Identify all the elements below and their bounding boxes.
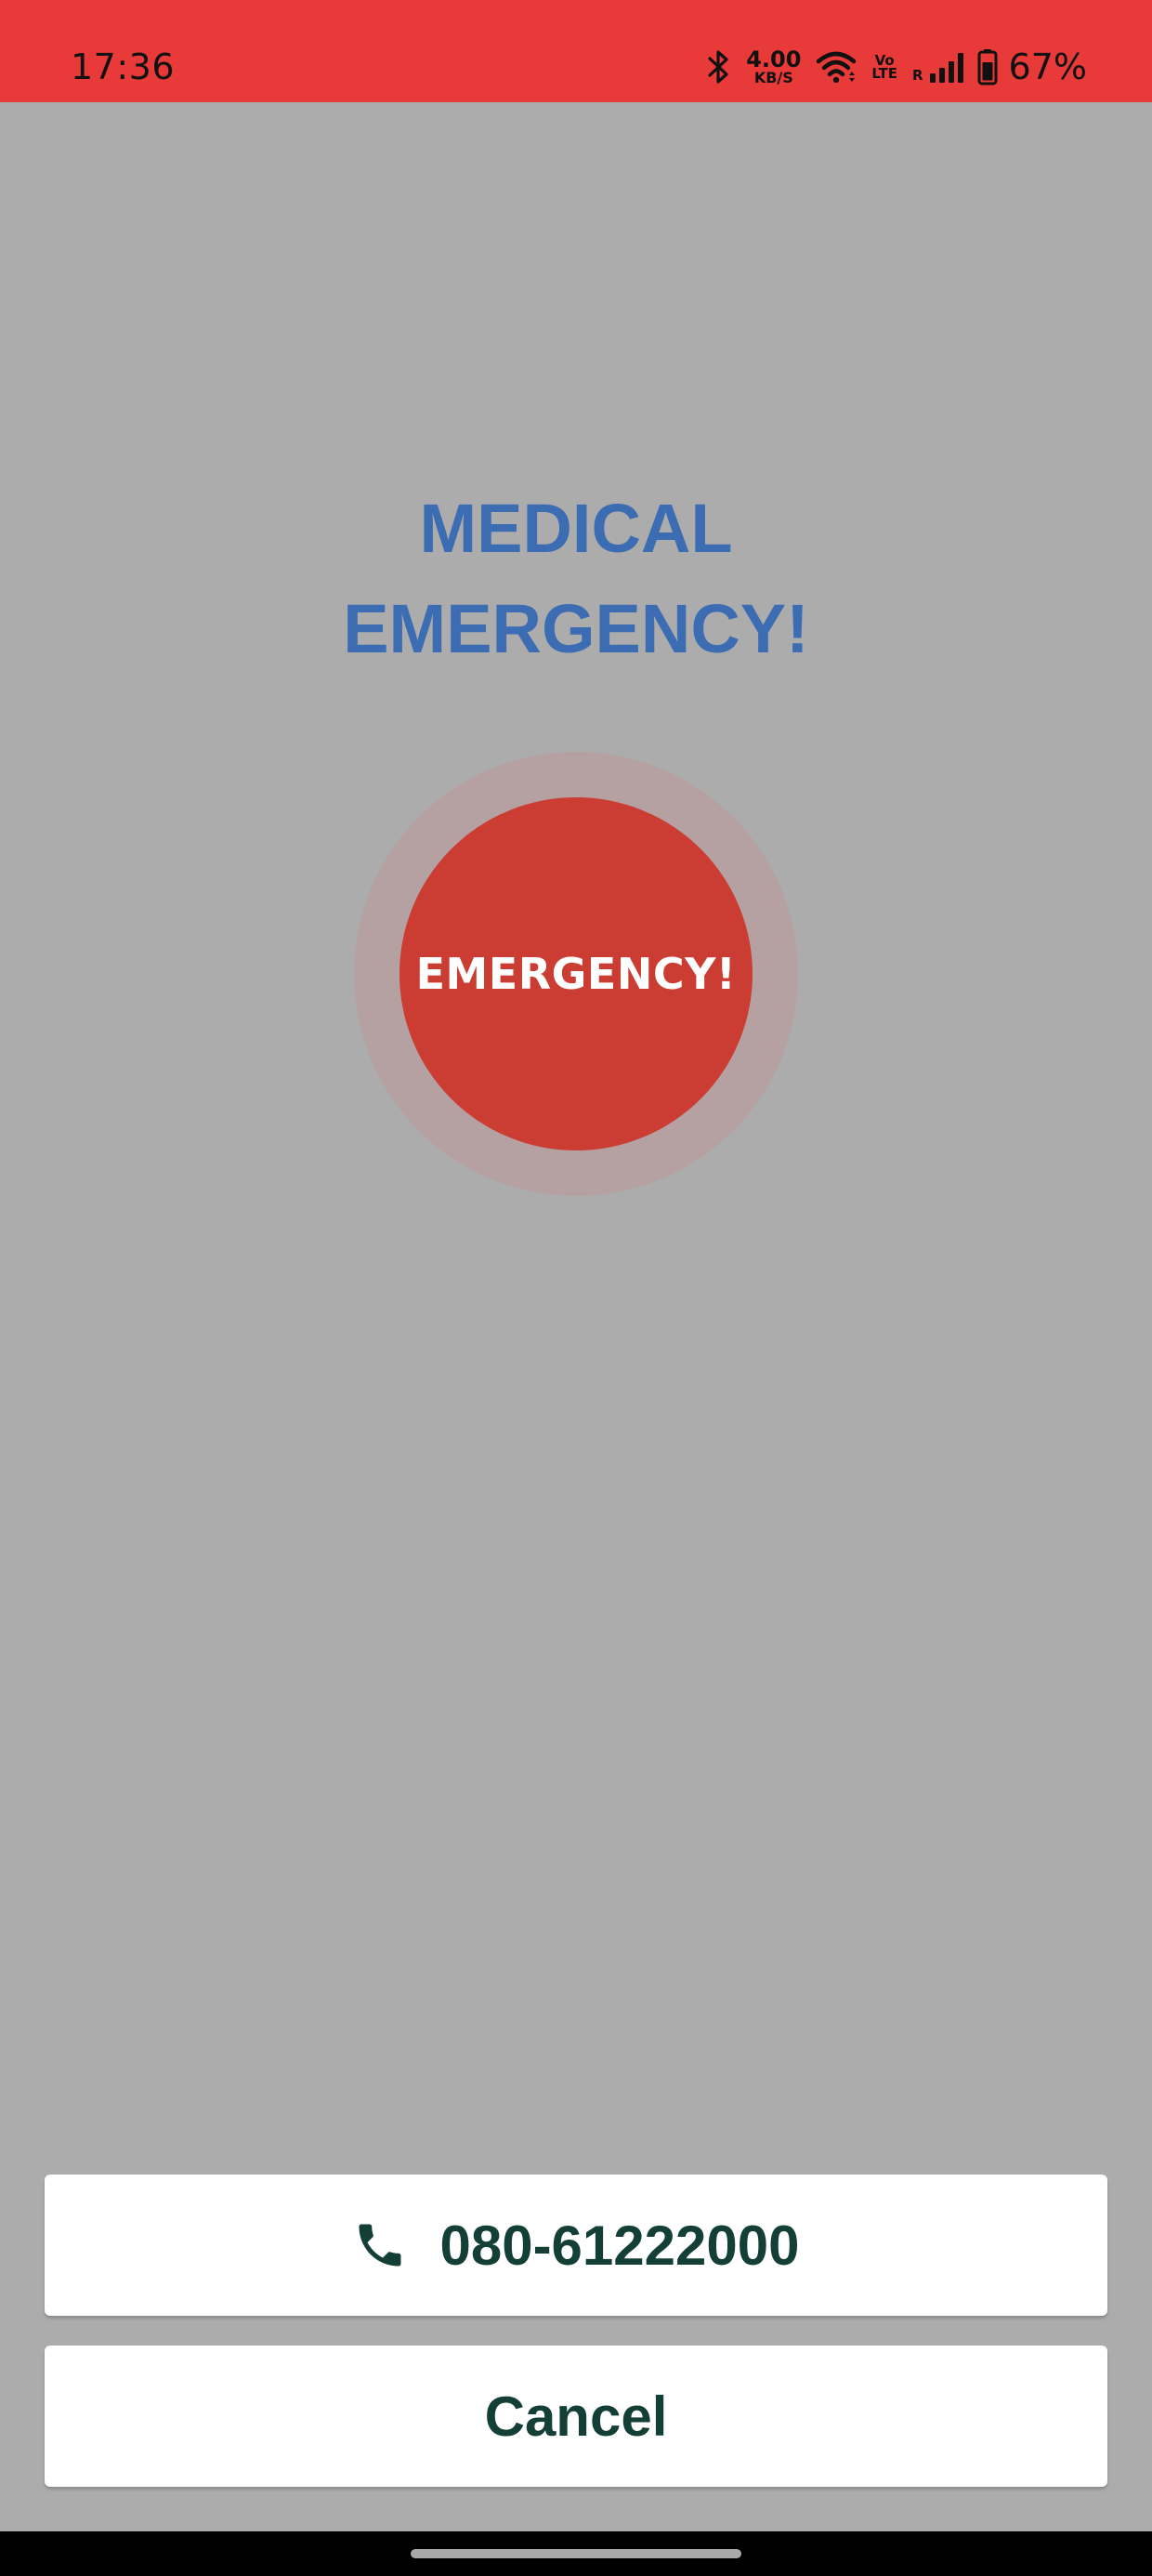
title-line-2: EMERGENCY! bbox=[343, 590, 809, 667]
call-button[interactable]: 080-61222000 bbox=[45, 2175, 1107, 2316]
battery-icon bbox=[977, 48, 998, 85]
page-title: MEDICAL EMERGENCY! bbox=[0, 479, 1152, 679]
title-line-1: MEDICAL bbox=[419, 490, 733, 567]
phone-number: 080-61222000 bbox=[439, 2214, 800, 2277]
volte-indicator: Vo LTE bbox=[871, 51, 897, 82]
battery-percent: 67% bbox=[1008, 46, 1087, 87]
status-icons: 4.00 KB/S Vo LTE R 67% bbox=[707, 45, 1087, 89]
navigation-bar bbox=[0, 2531, 1152, 2576]
signal-icon bbox=[929, 51, 968, 83]
roaming-indicator: R bbox=[911, 67, 923, 84]
wifi-icon bbox=[816, 50, 857, 84]
home-indicator[interactable] bbox=[411, 2549, 741, 2558]
bluetooth-icon bbox=[707, 49, 731, 85]
phone-icon bbox=[352, 2217, 408, 2273]
emergency-button[interactable]: EMERGENCY! bbox=[399, 797, 753, 1150]
network-speed: 4.00 KB/S bbox=[746, 46, 802, 86]
status-time: 17:36 bbox=[71, 46, 176, 87]
status-bar: 17:36 4.00 KB/S Vo LTE R 67% bbox=[0, 0, 1152, 102]
cancel-button[interactable]: Cancel bbox=[45, 2346, 1107, 2487]
